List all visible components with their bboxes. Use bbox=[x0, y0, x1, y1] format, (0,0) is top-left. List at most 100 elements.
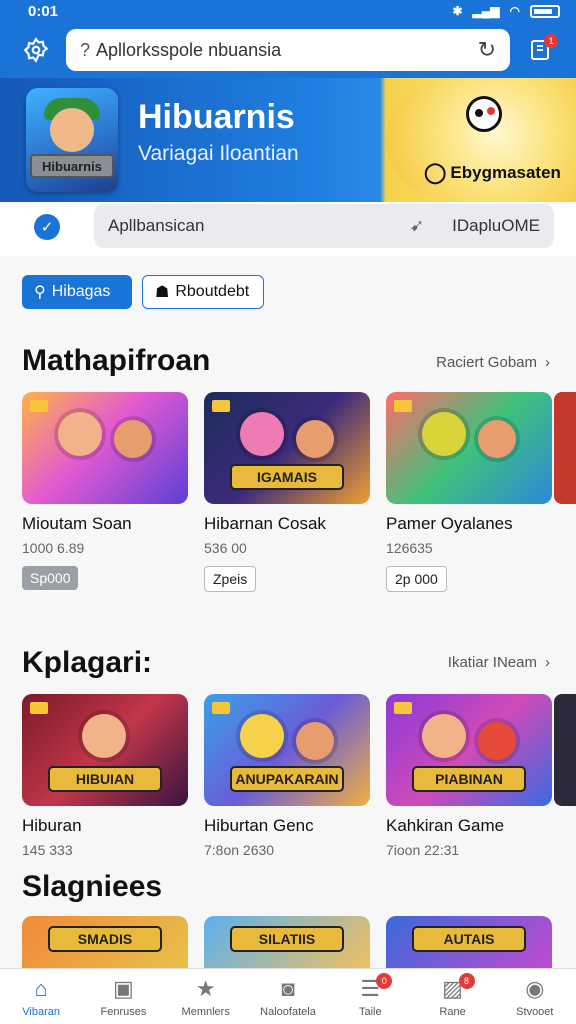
game-meta: 1000 6.89 bbox=[22, 540, 85, 556]
game-meta: 126635 bbox=[386, 540, 433, 556]
game-card-partial[interactable] bbox=[554, 392, 576, 504]
nav-item-members[interactable]: ★ Memnlers bbox=[165, 969, 247, 1024]
status-icons: ✱ ▂▄▆ ◠ bbox=[452, 4, 560, 18]
thumbnail-label: PIABINAN bbox=[412, 766, 526, 792]
nav-item-store[interactable]: ◙ Naloofatela bbox=[247, 969, 329, 1024]
game-card[interactable]: ANUPAKARAIN Hiburtan Genc 7:8on 2630 bbox=[204, 694, 370, 858]
game-title: Kahkiran Game bbox=[386, 816, 505, 835]
chip-rboutdebt[interactable]: ☗ Rboutdebt bbox=[142, 275, 264, 309]
banner-brand-text: Ebygmasaten bbox=[450, 162, 561, 182]
nav-item-features[interactable]: ▣ Fenruses bbox=[82, 969, 164, 1024]
game-meta: 7ioon 22:31 bbox=[386, 842, 460, 858]
nav-label: Fenruses bbox=[100, 1005, 147, 1018]
chip-label: Hibagas bbox=[51, 283, 111, 300]
game-card[interactable]: PIABINAN Kahkiran Game 7ioon 22:31 bbox=[386, 694, 552, 858]
chip-hibagas[interactable]: ⚲ Hibagas bbox=[22, 275, 132, 309]
wifi-icon: ◠ bbox=[509, 4, 520, 18]
game-title: Hiburan bbox=[22, 816, 82, 835]
game-thumbnail bbox=[386, 392, 552, 504]
game-card[interactable]: Mioutam Soan 1000 6.89 Sp000 bbox=[22, 392, 188, 590]
section-title: Mathapifroan bbox=[22, 344, 211, 377]
search-icon[interactable]: ➹ bbox=[410, 216, 424, 236]
banner-art-image: Hibuarnis bbox=[26, 88, 118, 192]
game-thumbnail: ANUPAKARAIN bbox=[204, 694, 370, 806]
bluetooth-icon: ✱ bbox=[452, 4, 463, 18]
nav-badge: 0 bbox=[376, 973, 393, 989]
price-badge[interactable]: 2p 000 bbox=[386, 566, 447, 592]
star-icon: ★ bbox=[195, 975, 216, 1001]
thumbnail-label: SILATIIS bbox=[230, 926, 344, 952]
mascot-icon bbox=[466, 96, 502, 132]
person-icon: ◉ bbox=[525, 975, 545, 1001]
thumbnail-label: IGAMAIS bbox=[230, 464, 344, 490]
verified-icon[interactable]: ✓ bbox=[34, 214, 60, 240]
banner-art-label: Hibuarnis bbox=[30, 154, 114, 178]
price-badge[interactable]: Zpeis bbox=[204, 566, 257, 592]
bottom-navigation: ⌂ Vibaran ▣ Fenruses ★ Memnlers ◙ Naloof… bbox=[0, 968, 576, 1024]
game-card-partial[interactable] bbox=[554, 694, 576, 806]
promo-banner[interactable]: Hibuarnis Hibuarnis Variagai Iloantian ◯… bbox=[0, 78, 576, 202]
book-icon: ▣ bbox=[113, 975, 134, 1001]
secondary-search-text: Apllbansican bbox=[108, 216, 205, 235]
nav-label: Vibaran bbox=[22, 1005, 60, 1018]
thumbnail-label: AUTAIS bbox=[412, 926, 526, 952]
nav-item-media[interactable]: ▨ 8 Rane bbox=[411, 969, 493, 1024]
signal-icon: ▂▄▆ bbox=[472, 4, 500, 18]
game-thumbnail bbox=[22, 392, 188, 504]
game-card[interactable]: Pamer Oyalanes 126635 2p 000 bbox=[386, 392, 552, 592]
chat-bubble-icon: ◯ bbox=[424, 162, 447, 184]
section-title: Slagniees bbox=[22, 870, 163, 903]
game-meta: 536 00 bbox=[204, 540, 247, 556]
nav-item-list[interactable]: ☰ 0 Taile bbox=[329, 969, 411, 1024]
search-prefix: ? bbox=[80, 39, 91, 60]
bag-icon: ◙ bbox=[281, 975, 295, 1001]
game-thumbnail: HIBUIAN bbox=[22, 694, 188, 806]
nav-item-home[interactable]: ⌂ Vibaran bbox=[0, 969, 82, 1024]
secondary-search-row: ✓ Apllbansican ➹ IDapluOME bbox=[0, 202, 576, 256]
chevron-right-icon: › bbox=[545, 654, 550, 671]
game-meta: 145 333 bbox=[22, 842, 73, 858]
game-title: Hibarnan Cosak bbox=[204, 514, 326, 533]
banner-title: Hibuarnis bbox=[138, 98, 295, 136]
thumbnail-label: SMADIS bbox=[48, 926, 162, 952]
see-all-link[interactable]: Ikatiar INeam › bbox=[448, 654, 550, 671]
nav-label: Rane bbox=[439, 1005, 466, 1018]
see-all-text: Ikatiar INeam bbox=[447, 654, 537, 671]
battery-icon bbox=[530, 4, 560, 18]
price-badge[interactable]: Sp000 bbox=[22, 566, 79, 590]
status-bar: 0:01 ✱ ▂▄▆ ◠ bbox=[0, 0, 576, 22]
nav-item-profile[interactable]: ◉ Stvooet bbox=[494, 969, 576, 1024]
game-thumbnail: SMADIS bbox=[22, 916, 188, 968]
search-input[interactable]: ? Apllorksspole nbuansia ↻ bbox=[66, 29, 510, 71]
game-title: Mioutam Soan bbox=[22, 514, 132, 533]
game-card[interactable]: AUTAIS bbox=[386, 916, 552, 968]
game-card[interactable]: SILATIIS bbox=[204, 916, 370, 968]
notification-button[interactable]: 1 bbox=[522, 32, 558, 68]
game-title: Pamer Oyalanes bbox=[386, 514, 513, 533]
nav-label: Taile bbox=[358, 1005, 382, 1018]
secondary-search-input[interactable]: Apllbansican ➹ IDapluOME bbox=[94, 204, 554, 248]
game-thumbnail: IGAMAIS bbox=[204, 392, 370, 504]
person-outline-icon: ☗ bbox=[155, 284, 170, 301]
nav-badge: 8 bbox=[458, 973, 475, 989]
game-thumbnail: PIABINAN bbox=[386, 694, 552, 806]
game-card[interactable]: HIBUIAN Hiburan 145 333 bbox=[22, 694, 188, 858]
see-all-link[interactable]: Raciert Gobam › bbox=[436, 354, 550, 371]
secondary-search-right-text: IDapluOME bbox=[452, 216, 540, 235]
nav-label: Memnlers bbox=[181, 1005, 230, 1018]
search-text: Apllorksspole nbuansia bbox=[96, 39, 282, 60]
settings-icon[interactable] bbox=[18, 32, 54, 68]
refresh-icon[interactable]: ↻ bbox=[478, 37, 496, 63]
notification-badge: 1 bbox=[544, 34, 558, 48]
section-title: Kplagari: bbox=[22, 646, 153, 679]
see-all-text: Raciert Gobam bbox=[436, 354, 537, 371]
top-app-bar: ? Apllorksspole nbuansia ↻ 1 bbox=[0, 22, 576, 78]
chip-label: Rboutdebt bbox=[175, 283, 250, 300]
game-thumbnail: AUTAIS bbox=[386, 916, 552, 968]
game-meta: 7:8on 2630 bbox=[204, 842, 275, 858]
person-icon: ⚲ bbox=[34, 284, 46, 301]
banner-subtitle: Variagai Iloantian bbox=[138, 142, 299, 165]
game-card[interactable]: IGAMAIS Hibarnan Cosak 536 00 Zpeis bbox=[204, 392, 370, 592]
thumbnail-label: ANUPAKARAIN bbox=[230, 766, 344, 792]
game-card[interactable]: SMADIS bbox=[22, 916, 188, 968]
